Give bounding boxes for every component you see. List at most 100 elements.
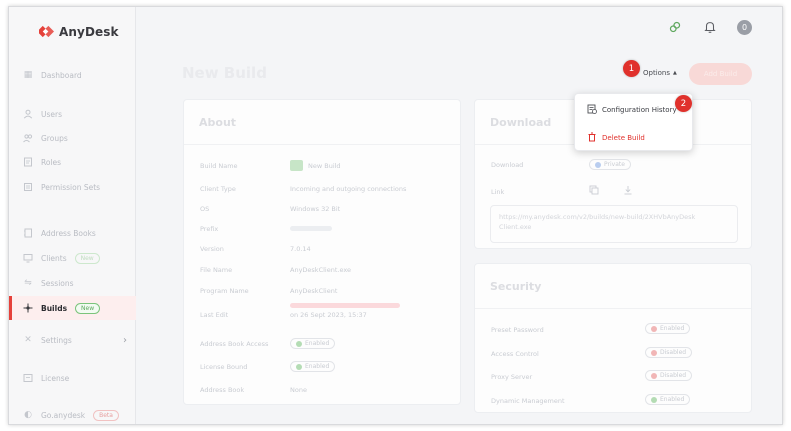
anydesk-logo[interactable]: AnyDesk <box>39 24 119 39</box>
status-text: Enabled <box>305 363 330 370</box>
status-badge: Disabled <box>645 370 693 381</box>
new-badge: New <box>74 252 100 264</box>
page-title: New Build <box>182 64 267 82</box>
build-name-text: New Build <box>308 161 341 170</box>
check-icon <box>296 363 302 370</box>
address-book-value: None <box>290 386 307 394</box>
client-type-label: Client Type <box>200 185 236 193</box>
options-button[interactable]: Options ▲ <box>643 69 677 77</box>
sidebar-item-clients[interactable]: Clients New <box>9 246 136 270</box>
settings-icon: ✕ <box>24 335 32 345</box>
status-badge: Enabled <box>290 338 336 349</box>
version-value: 7.0.14 <box>290 245 311 253</box>
license-bound-label: License Bound <box>200 363 248 371</box>
user-icon <box>23 109 33 119</box>
status-text: Enabled <box>660 325 685 332</box>
download-icon[interactable] <box>623 185 633 197</box>
security-card: Security Preset Password Enabled Access … <box>474 263 752 413</box>
prefix-value <box>290 226 332 231</box>
build-name-value: New Build <box>290 160 341 171</box>
callout-2: 2 <box>675 95 692 112</box>
address-book-icon <box>23 228 33 238</box>
roles-icon <box>23 157 33 167</box>
copy-icon[interactable] <box>589 185 599 197</box>
add-build-button[interactable]: Add Build <box>689 63 752 85</box>
client-type-value: Incoming and outgoing connections <box>290 185 407 193</box>
about-card: About Build Name New Build Client Type I… <box>183 99 461 405</box>
sidebar-item-sessions[interactable]: ⇋ Sessions <box>9 271 136 295</box>
build-icon <box>290 160 303 171</box>
callout-1: 1 <box>623 60 640 77</box>
os-label: OS <box>200 205 210 213</box>
sidebar-item-users[interactable]: Users <box>9 102 136 126</box>
menu-item-configuration-history[interactable]: Configuration History <box>587 104 677 116</box>
dashboard-icon: ▦ <box>23 70 33 80</box>
monitor-icon <box>23 253 33 263</box>
status-badge: Disabled <box>645 347 693 358</box>
security-title: Security <box>490 280 542 293</box>
os-value: Windows 32 Bit <box>290 205 341 213</box>
sidebar-item-settings[interactable]: ✕ Settings › <box>9 328 136 352</box>
proxy-server-label: Proxy Server <box>491 373 533 381</box>
sidebar-item-label: Users <box>41 109 63 119</box>
sessions-icon: ⇋ <box>24 278 32 288</box>
link-icon[interactable] <box>667 19 683 35</box>
sidebar-item-label: Clients <box>41 253 67 263</box>
status-badge: Enabled <box>645 323 691 334</box>
license-bound-value: Enabled <box>290 361 336 372</box>
visibility-badge: Private <box>589 159 631 170</box>
sidebar-item-roles[interactable]: Roles <box>9 150 136 174</box>
download-link-field[interactable]: https://my.anydesk.com/v2/builds/new-bui… <box>490 205 738 243</box>
link-actions <box>589 185 633 197</box>
status-text: Disabled <box>660 372 687 379</box>
version-label: Version <box>200 245 224 253</box>
sidebar-item-dashboard[interactable]: ▦ Dashboard <box>9 63 136 87</box>
check-icon <box>651 396 657 403</box>
sidebar-item-label: Go.anydesk <box>41 410 86 420</box>
prefix-label: Prefix <box>200 225 219 233</box>
program-name-value: AnyDeskClient <box>290 287 338 295</box>
sidebar-item-builds[interactable]: Builds New <box>9 296 136 320</box>
access-control-label: Access Control <box>491 350 539 358</box>
bell-icon[interactable] <box>702 19 718 35</box>
status-badge: Enabled <box>645 394 691 405</box>
menu-item-delete-build[interactable]: Delete Build <box>587 132 645 144</box>
new-badge: New <box>75 302 101 314</box>
sidebar-item-permission-sets[interactable]: Permission Sets <box>9 175 136 199</box>
builds-icon <box>23 303 33 313</box>
divider <box>184 144 460 145</box>
sidebar-item-label: Roles <box>41 157 62 167</box>
about-title: About <box>199 116 237 129</box>
sidebar-item-label: Address Books <box>41 228 96 238</box>
redacted-editor <box>290 303 400 308</box>
info-icon <box>595 161 601 168</box>
sidebar-item-label: Permission Sets <box>41 182 101 192</box>
access-control-value: Disabled <box>645 347 693 358</box>
download-label: Download <box>491 161 524 169</box>
app-name: AnyDesk <box>59 24 119 39</box>
x-icon <box>651 349 657 356</box>
sidebar-item-go-anydesk[interactable]: ◐ Go.anydesk Beta <box>9 403 136 424</box>
status-text: Enabled <box>660 396 685 403</box>
sidebar-item-license[interactable]: License <box>9 366 136 390</box>
menu-item-label: Configuration History <box>602 106 677 114</box>
avatar[interactable]: 0 <box>737 19 752 35</box>
build-name-label: Build Name <box>200 162 238 170</box>
dynamic-management-value: Enabled <box>645 394 691 405</box>
app-window: AnyDesk ▦ Dashboard Users Groups Roles P… <box>8 6 783 425</box>
sidebar-item-address-books[interactable]: Address Books <box>9 221 136 245</box>
sidebar-item-label: Groups <box>41 133 68 143</box>
sidebar-item-label: Builds <box>41 303 68 313</box>
sidebar-item-groups[interactable]: Groups <box>9 126 136 150</box>
chevron-right-icon: › <box>123 334 127 346</box>
permission-icon <box>23 182 33 192</box>
file-name-label: File Name <box>200 266 233 274</box>
address-book-access-label: Address Book Access <box>200 340 269 348</box>
last-edit-value: on 26 Sept 2023, 15:37 <box>290 303 400 319</box>
x-icon <box>651 325 657 332</box>
address-book-access-value: Enabled <box>290 338 336 349</box>
visibility-text: Private <box>604 161 625 168</box>
preset-password-label: Preset Password <box>491 326 544 334</box>
sidebar: AnyDesk ▦ Dashboard Users Groups Roles P… <box>9 7 136 424</box>
check-icon <box>296 340 302 347</box>
